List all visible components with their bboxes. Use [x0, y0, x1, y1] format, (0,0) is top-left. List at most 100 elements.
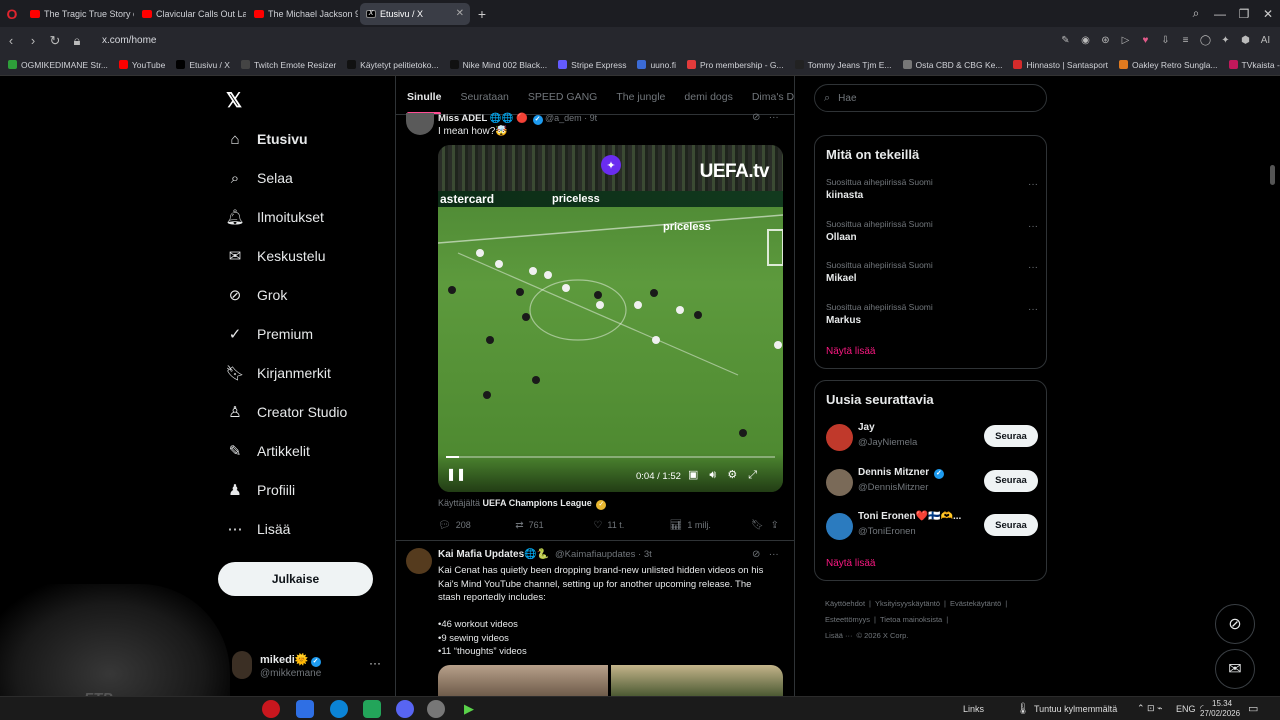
- more-icon[interactable]: ···: [1028, 262, 1038, 273]
- weather-text[interactable]: Tuntuu kylmemmältä: [1034, 704, 1117, 714]
- download-icon[interactable]: ⇩: [1159, 35, 1172, 46]
- footer-link[interactable]: Yksityisyyskäytäntö: [875, 599, 940, 608]
- play-icon[interactable]: ▷: [1119, 35, 1132, 46]
- clock-time[interactable]: 15.34: [1212, 699, 1232, 708]
- puzzle-icon[interactable]: ⬢: [1239, 35, 1252, 46]
- figma-taskbar-icon[interactable]: [296, 700, 314, 718]
- sidebar-item-etusivu[interactable]: ⌂ Etusivu: [226, 127, 307, 151]
- more-icon[interactable]: ···: [1028, 304, 1038, 315]
- follow-button[interactable]: Seuraa: [984, 425, 1038, 447]
- tab-sinulle[interactable]: Sinulle: [407, 82, 442, 114]
- bookmark-item[interactable]: YouTube: [118, 60, 165, 70]
- tab-seurataan[interactable]: Seurataan: [460, 82, 508, 114]
- tweet-author-handle[interactable]: @Kaimafiaupdates · 3t: [555, 549, 652, 560]
- extension-icon[interactable]: ✦: [1219, 35, 1232, 46]
- bookmark-item[interactable]: Käytetyt pelitietoko...: [347, 60, 439, 70]
- x-logo-icon[interactable]: 𝕏: [226, 88, 246, 112]
- app-taskbar-icon[interactable]: [427, 700, 445, 718]
- show-more-link[interactable]: Näytä lisää: [826, 346, 875, 357]
- app-taskbar-icon[interactable]: ▶: [460, 700, 478, 718]
- post-button[interactable]: Julkaise: [218, 562, 373, 596]
- settings-icon[interactable]: ⚙: [727, 469, 748, 481]
- search-input[interactable]: ⌕ Hae: [814, 84, 1047, 112]
- lock-icon[interactable]: 🔒︎: [66, 33, 88, 49]
- like-button[interactable]: ♡ 11 t.: [593, 520, 669, 531]
- app-taskbar-icon[interactable]: [363, 700, 381, 718]
- captions-icon[interactable]: ▣: [688, 469, 709, 481]
- footer-link[interactable]: Käyttöehdot: [825, 599, 865, 608]
- browser-tab[interactable]: Clavicular Calls Out Larry: [136, 3, 246, 25]
- tweet-image[interactable]: [611, 665, 783, 696]
- links-toolbar[interactable]: Links: [963, 704, 984, 714]
- sidebar-item-creator-studio[interactable]: ♙ Creator Studio: [226, 400, 347, 424]
- sidebar-item-premium[interactable]: ✓ Premium: [226, 322, 313, 346]
- bookmark-item[interactable]: Twitch Emote Resizer: [240, 60, 336, 70]
- heart-icon[interactable]: ♥: [1139, 35, 1152, 46]
- sidebar-item-selaa[interactable]: ⌕ Selaa: [226, 166, 293, 190]
- grok-icon[interactable]: ⊘: [752, 549, 760, 560]
- footer-link[interactable]: © 2026 X Corp.: [857, 631, 909, 640]
- trend-item[interactable]: Suosittua aihepiirissä Suomi Mikael ···: [826, 260, 1038, 284]
- edge-taskbar-icon[interactable]: [330, 700, 348, 718]
- pause-icon[interactable]: ❚❚: [446, 467, 466, 481]
- url-field[interactable]: x.com/home: [102, 35, 156, 46]
- bookmark-item[interactable]: Etusivu / X: [176, 60, 230, 70]
- bookmark-item[interactable]: Stripe Express: [558, 60, 626, 70]
- tweet-author-name[interactable]: Miss ADEL 🌐🌐 🔴 ✓: [438, 113, 543, 125]
- trend-item[interactable]: Suosittua aihepiirissä Suomi Ollaan ···: [826, 219, 1038, 243]
- trend-item[interactable]: Suosittua aihepiirissä Suomi kiinasta ···: [826, 177, 1038, 201]
- avatar[interactable]: [406, 548, 432, 574]
- language-indicator[interactable]: ENG: [1176, 704, 1196, 714]
- more-icon[interactable]: ···: [1028, 179, 1038, 190]
- tab-the-jungle[interactable]: The jungle: [616, 82, 665, 114]
- footer-link[interactable]: Esteettömyys: [825, 615, 870, 624]
- sidebar-item-artikkelit[interactable]: ✎ Artikkelit: [226, 439, 310, 463]
- footer-link[interactable]: Tietoa mainoksista: [880, 615, 942, 624]
- volume-icon[interactable]: 🔊︎: [709, 469, 727, 481]
- tweet-image[interactable]: [438, 665, 608, 696]
- scrollbar-thumb[interactable]: [1270, 165, 1275, 185]
- bookmark-item[interactable]: Oakley Retro Sungla...: [1119, 60, 1218, 70]
- tweet-author-name[interactable]: Kai Mafia Updates🌐🐍: [438, 549, 549, 560]
- bookmark-item[interactable]: OGMIKEDIMANE Str...: [8, 60, 108, 70]
- weather-icon[interactable]: 🌡︎: [1016, 702, 1030, 715]
- browser-tab[interactable]: The Tragic True Story of Ju: [24, 3, 134, 25]
- trend-item[interactable]: Suosittua aihepiirissä Suomi Markus ···: [826, 302, 1038, 326]
- bookmark-item[interactable]: Pro membership - G...: [686, 60, 784, 70]
- bookmark-item[interactable]: TVkaista - Sub Suora: [1228, 60, 1280, 70]
- tab-speed-gang[interactable]: SPEED GANG: [528, 82, 597, 114]
- grok-icon[interactable]: ⊘: [752, 112, 760, 123]
- forward-icon[interactable]: ›: [22, 33, 44, 48]
- reload-icon[interactable]: ↻: [44, 33, 66, 49]
- repost-button[interactable]: ⇄ 761: [515, 520, 593, 531]
- sidebar-item-lisää[interactable]: ⋯ Lisää: [226, 517, 291, 541]
- share-button[interactable]: ⇪: [771, 520, 784, 531]
- follow-suggestion[interactable]: Jay @JayNiemela Seuraa: [826, 422, 1038, 454]
- follow-button[interactable]: Seuraa: [984, 469, 1038, 492]
- tray-icons[interactable]: ⌃ ⊡ ⌁: [1137, 703, 1163, 714]
- avatar[interactable]: [826, 468, 853, 496]
- ai-icon[interactable]: AI: [1259, 35, 1272, 46]
- sidebar-item-keskustelu[interactable]: ✉ Keskustelu: [226, 244, 326, 268]
- account-icon[interactable]: ◯: [1199, 35, 1212, 46]
- close-window-icon[interactable]: ✕: [1256, 7, 1280, 21]
- sparkle-icon[interactable]: ✦: [601, 155, 621, 175]
- opera-taskbar-icon[interactable]: [262, 700, 280, 718]
- follow-button[interactable]: Seuraa: [984, 514, 1038, 536]
- avatar[interactable]: [826, 513, 853, 540]
- search-tabs-icon[interactable]: ⌕: [1184, 6, 1208, 21]
- footer-link[interactable]: Lisää ···: [825, 631, 853, 640]
- more-icon[interactable]: ···: [1028, 221, 1038, 232]
- tab-demi-dogs[interactable]: demi dogs: [684, 82, 732, 114]
- minimize-icon[interactable]: —: [1208, 7, 1232, 21]
- vpn-icon[interactable]: ⊛: [1099, 35, 1112, 46]
- opera-logo-icon[interactable]: O: [0, 0, 24, 27]
- show-more-link[interactable]: Näytä lisää: [826, 558, 875, 569]
- follow-suggestion[interactable]: Toni Eronen❤️🇫🇮🫶... @ToniEronen Seuraa: [826, 511, 1038, 543]
- camera-icon[interactable]: ◉: [1079, 35, 1092, 46]
- close-tab-icon[interactable]: ✕: [456, 8, 464, 19]
- discord-taskbar-icon[interactable]: [396, 700, 414, 718]
- messages-fab-icon[interactable]: ✉: [1215, 649, 1255, 689]
- views-button[interactable]: 📊︎ 1 milj.: [670, 520, 751, 531]
- fullscreen-icon[interactable]: ⤢: [748, 469, 768, 481]
